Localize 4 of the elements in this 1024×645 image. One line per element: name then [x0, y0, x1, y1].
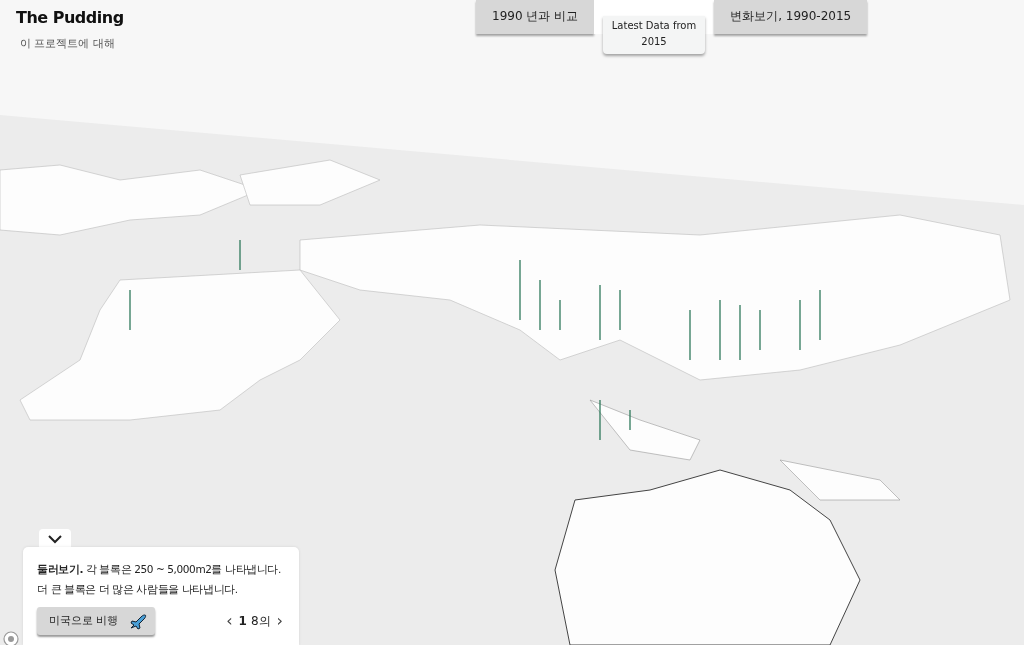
current-page: 1 — [238, 613, 247, 630]
tooltip: Latest Data from 2015 — [603, 16, 705, 54]
page-total: 8의 — [250, 613, 271, 630]
description-text: 둘러보기. 각 블록은 250 ~ 5,000m2를 나타냅니다. 더 큰 블록은 더 많은 사람들을 나타냅니다. — [37, 562, 282, 597]
